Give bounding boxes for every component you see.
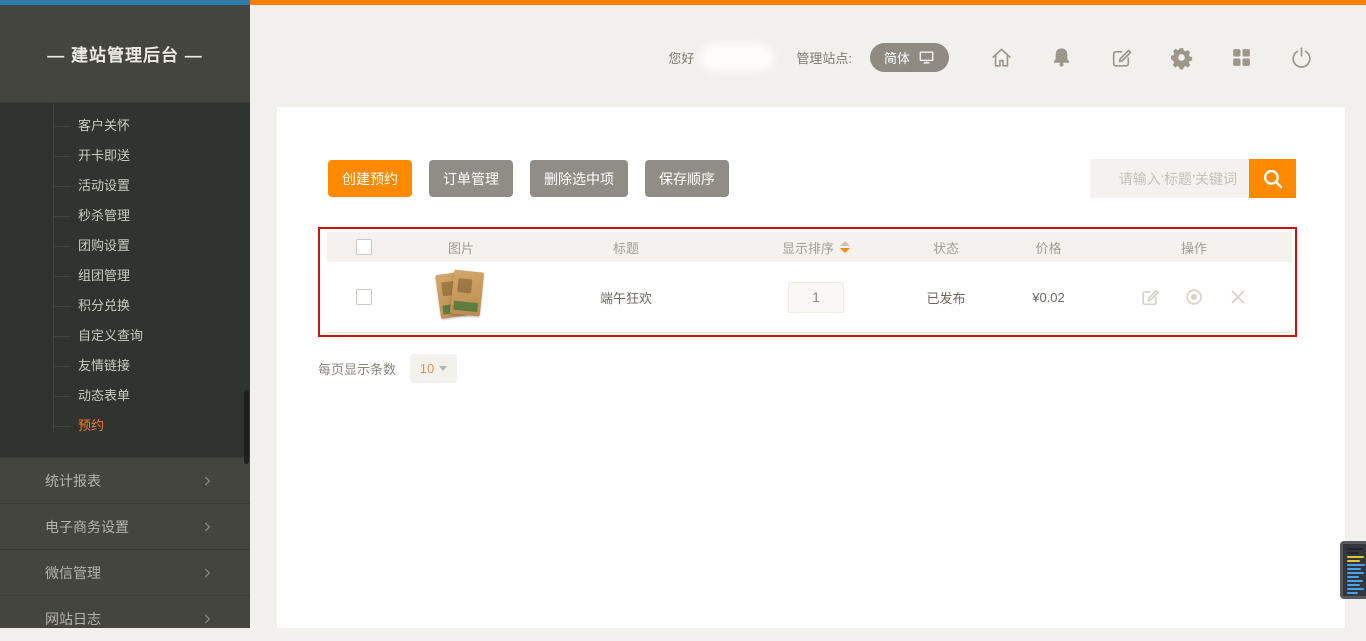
annotation-highlight-box: 图片 标题 显示排序 状态 价格 操作 端午狂欢 bbox=[318, 227, 1297, 337]
chevron-right-icon bbox=[200, 612, 214, 626]
edit-row-icon[interactable] bbox=[1139, 286, 1161, 308]
save-order-button[interactable]: 保存顺序 bbox=[645, 160, 729, 197]
delete-x-icon[interactable] bbox=[1227, 286, 1249, 308]
product-thumbnail[interactable] bbox=[436, 269, 486, 325]
sidebar-item-group-management[interactable]: 组团管理 bbox=[0, 261, 250, 291]
sidebar-scrollbar-thumb[interactable] bbox=[244, 390, 249, 464]
sidebar-item-activity-settings[interactable]: 活动设置 bbox=[0, 171, 250, 201]
sidebar-section-statistics[interactable]: 统计报表 bbox=[0, 457, 250, 503]
sidebar-section-label: 统计报表 bbox=[45, 471, 101, 491]
table-row: 端午狂欢 已发布 ¥0.02 bbox=[327, 262, 1292, 333]
language-label: 简体 bbox=[884, 48, 910, 67]
bell-icon[interactable] bbox=[1049, 45, 1074, 70]
col-header-sort[interactable]: 显示排序 bbox=[731, 238, 901, 257]
sort-desc-icon[interactable] bbox=[840, 248, 850, 253]
create-reservation-button[interactable]: 创建预约 bbox=[328, 160, 412, 197]
language-site-button[interactable]: 简体 bbox=[870, 43, 949, 72]
top-header: 您好 管理站点: 简体 bbox=[250, 5, 1366, 105]
minimized-window-widget[interactable] bbox=[1340, 541, 1366, 599]
search-icon bbox=[1260, 166, 1286, 192]
search-input[interactable] bbox=[1090, 159, 1249, 198]
sidebar-item-card-gift[interactable]: 开卡即送 bbox=[0, 141, 250, 171]
sidebar-submenu: 客户关怀 开卡即送 活动设置 秒杀管理 团购设置 组团管理 积分兑换 自定义查询… bbox=[0, 103, 250, 441]
sort-asc-icon[interactable] bbox=[840, 241, 850, 246]
username-redacted bbox=[704, 48, 770, 68]
delete-selected-button[interactable]: 删除选中项 bbox=[530, 160, 628, 197]
power-icon[interactable] bbox=[1289, 45, 1314, 70]
content-card: 创建预约 订单管理 删除选中项 保存顺序 图片 标题 显示排序 状态 价格 操作 bbox=[277, 107, 1345, 628]
chevron-right-icon bbox=[200, 520, 214, 534]
chevron-right-icon bbox=[200, 566, 214, 580]
sort-column-label: 显示排序 bbox=[782, 238, 834, 257]
sidebar-item-dynamic-forms[interactable]: 动态表单 bbox=[0, 381, 250, 411]
product-pack-front bbox=[450, 270, 484, 317]
manage-site-label: 管理站点: bbox=[796, 48, 852, 67]
sidebar-section-site-log[interactable]: 网站日志 bbox=[0, 595, 250, 641]
sidebar-item-flash-sale[interactable]: 秒杀管理 bbox=[0, 201, 250, 231]
row-checkbox[interactable] bbox=[356, 289, 372, 305]
preview-eye-icon[interactable] bbox=[1183, 286, 1205, 308]
toolbar: 创建预约 订单管理 删除选中项 保存顺序 bbox=[328, 160, 729, 197]
search-button[interactable] bbox=[1249, 159, 1296, 198]
sort-order-input[interactable] bbox=[788, 282, 844, 313]
sort-arrows-icon[interactable] bbox=[840, 241, 850, 253]
row-title: 端午狂欢 bbox=[521, 288, 731, 307]
sidebar-item-customer-care[interactable]: 客户关怀 bbox=[0, 111, 250, 141]
order-management-button[interactable]: 订单管理 bbox=[429, 160, 513, 197]
sidebar-item-friend-links[interactable]: 友情链接 bbox=[0, 351, 250, 381]
page-size-value: 10 bbox=[420, 361, 434, 376]
sidebar-section-label: 网站日志 bbox=[45, 609, 101, 629]
table-header-row: 图片 标题 显示排序 状态 价格 操作 bbox=[327, 232, 1292, 262]
greeting-label: 您好 bbox=[668, 48, 694, 67]
col-header-image: 图片 bbox=[401, 238, 521, 257]
sidebar-section-label: 微信管理 bbox=[45, 563, 101, 583]
monitor-icon bbox=[918, 50, 935, 65]
sidebar-section-label: 电子商务设置 bbox=[45, 517, 129, 537]
row-status: 已发布 bbox=[901, 288, 991, 307]
edit-icon[interactable] bbox=[1109, 45, 1134, 70]
chevron-right-icon bbox=[200, 474, 214, 488]
row-price: ¥0.02 bbox=[991, 290, 1106, 305]
col-header-price: 价格 bbox=[991, 238, 1106, 257]
col-header-title: 标题 bbox=[521, 238, 731, 257]
apps-grid-icon[interactable] bbox=[1229, 45, 1254, 70]
sidebar-item-groupbuy-settings[interactable]: 团购设置 bbox=[0, 231, 250, 261]
sidebar-item-reservation[interactable]: 预约 bbox=[0, 411, 250, 441]
sidebar-section-ecommerce[interactable]: 电子商务设置 bbox=[0, 503, 250, 549]
sidebar-item-points-exchange[interactable]: 积分兑换 bbox=[0, 291, 250, 321]
select-all-checkbox[interactable] bbox=[356, 239, 372, 255]
sidebar-section-wechat[interactable]: 微信管理 bbox=[0, 549, 250, 595]
col-header-status: 状态 bbox=[901, 238, 991, 257]
app-logo-title: — 建站管理后台 — bbox=[0, 5, 250, 103]
search-box bbox=[1090, 159, 1296, 198]
gear-icon[interactable] bbox=[1169, 45, 1194, 70]
page-size-select[interactable]: 10 bbox=[410, 354, 457, 383]
sidebar-sections: 统计报表 电子商务设置 微信管理 网站日志 bbox=[0, 457, 250, 641]
chevron-down-icon bbox=[439, 366, 447, 371]
pagination: 每页显示条数 10 bbox=[318, 354, 457, 383]
col-header-actions: 操作 bbox=[1106, 238, 1282, 257]
sidebar-item-custom-query[interactable]: 自定义查询 bbox=[0, 321, 250, 351]
sidebar: — 建站管理后台 — 客户关怀 开卡即送 活动设置 秒杀管理 团购设置 组团管理… bbox=[0, 5, 250, 628]
page-size-label: 每页显示条数 bbox=[318, 359, 396, 378]
header-icon-bar bbox=[989, 45, 1314, 70]
sidebar-submenu-panel: 客户关怀 开卡即送 活动设置 秒杀管理 团购设置 组团管理 积分兑换 自定义查询… bbox=[0, 103, 250, 457]
home-icon[interactable] bbox=[989, 45, 1014, 70]
